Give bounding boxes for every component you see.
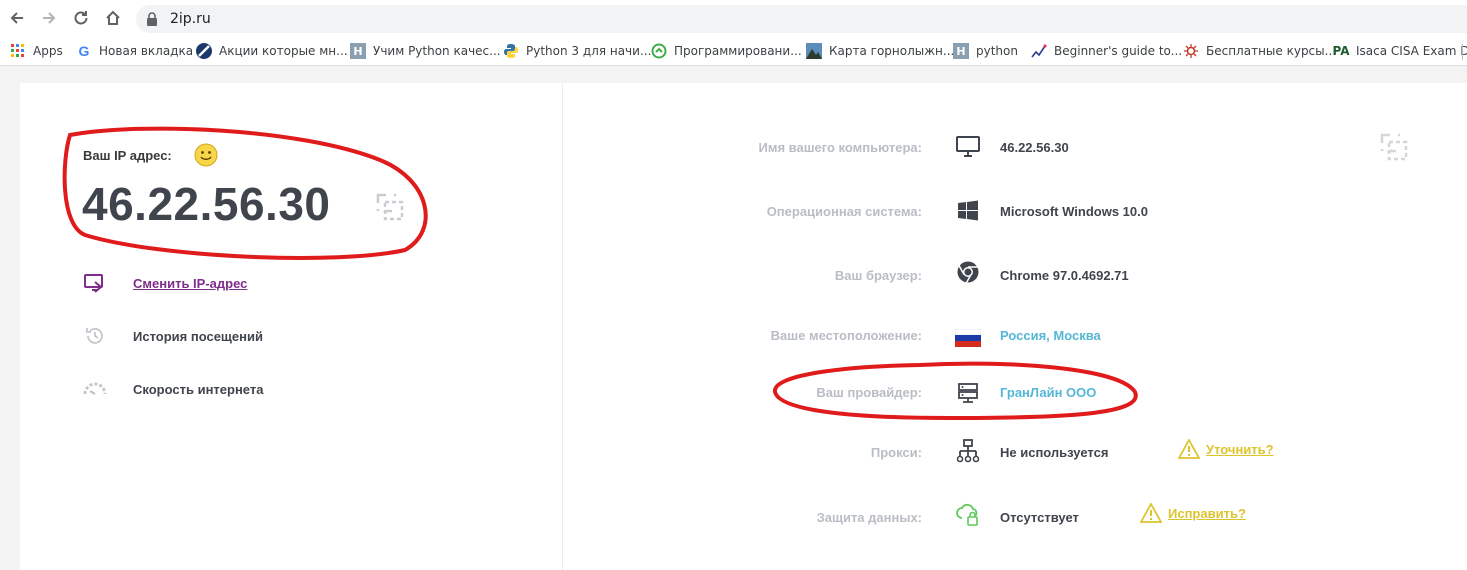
bookmark-label: Карта горнолыжн...	[829, 44, 955, 58]
provider-value[interactable]: ГранЛайн ООО	[1000, 385, 1096, 400]
bookmark-label: Python 3 для начи...	[526, 44, 652, 58]
home-button[interactable]	[101, 6, 125, 30]
habr-icon: H	[350, 43, 366, 59]
chart-icon	[1031, 43, 1047, 59]
bookmark-item[interactable]: PA Isaca CISA Exam Du...	[1333, 42, 1467, 60]
reload-icon	[74, 11, 88, 25]
proxy-label: Прокси:	[870, 445, 922, 460]
bookmark-label: Акции которые мн...	[219, 44, 348, 58]
browser-label: Ваш браузер:	[834, 268, 922, 283]
location-value[interactable]: Россия, Москва	[1000, 328, 1101, 343]
os-label: Операционная система:	[766, 204, 922, 219]
bookmark-item[interactable]: H Учим Python качес...	[350, 42, 501, 60]
stripe-icon	[196, 43, 212, 59]
virus-icon	[1183, 43, 1199, 59]
speedometer-icon	[83, 377, 107, 401]
cloud-lock-icon	[955, 501, 981, 527]
smiley-icon	[194, 143, 218, 167]
server-icon	[955, 380, 981, 406]
address-bar[interactable]: 2ip.ru	[136, 5, 1467, 33]
google-icon: G	[78, 43, 90, 59]
bookmark-label: Учим Python качес...	[373, 44, 501, 58]
panel-divider	[562, 83, 563, 570]
russia-flag-icon	[955, 325, 981, 351]
copy-icon[interactable]	[1380, 133, 1408, 161]
protection-fix-label: Исправить?	[1168, 505, 1246, 521]
os-value: Microsoft Windows 10.0	[1000, 204, 1148, 219]
url-text: 2ip.ru	[170, 11, 211, 27]
browser-value: Chrome 97.0.4692.71	[1000, 268, 1129, 283]
proxy-value: Не используется	[1000, 445, 1109, 460]
protection-value: Отсутствует	[1000, 510, 1079, 525]
speed-link[interactable]: Скорость интернета	[83, 377, 263, 401]
bookmark-label: python	[976, 44, 1018, 58]
computer-name-label: Имя вашего компьютера:	[758, 140, 922, 155]
arrow-right-icon	[43, 12, 56, 24]
bookmark-apps[interactable]: Apps	[10, 42, 63, 60]
computer-name-value: 46.22.56.30	[1000, 140, 1069, 155]
history-icon	[83, 324, 107, 348]
lock-icon	[147, 12, 157, 26]
bookmark-item[interactable]: Акции которые мн...	[196, 42, 348, 60]
history-label: История посещений	[133, 328, 263, 344]
bookmark-item[interactable]: Бесплатные курсы...	[1183, 42, 1336, 60]
home-icon	[106, 10, 120, 25]
ip-address-value: 46.22.56.30	[82, 178, 331, 230]
green-circle-icon	[651, 43, 667, 59]
warning-icon	[1178, 439, 1200, 459]
protection-label: Защита данных:	[816, 510, 922, 525]
pa-icon: PA	[1332, 44, 1350, 58]
forward-button[interactable]	[37, 6, 61, 30]
speed-label: Скорость интернета	[133, 381, 264, 397]
location-label: Ваше местоположение:	[770, 328, 922, 343]
history-link[interactable]: История посещений	[83, 324, 263, 348]
habr-icon: H	[953, 43, 969, 59]
bookmarks-bar: Apps G Новая вкладка Акции которые мн...…	[0, 36, 1467, 66]
bookmark-label: Новая вкладка	[99, 44, 194, 58]
ip-label: Ваш IP адрес:	[83, 148, 172, 163]
change-ip-link[interactable]: Сменить IP-адрес	[83, 271, 247, 295]
chrome-icon	[955, 259, 981, 285]
bookmark-item[interactable]: H python	[953, 42, 1018, 60]
bookmark-item[interactable]: Программировани...	[651, 42, 802, 60]
back-button[interactable]	[5, 6, 29, 30]
network-icon	[955, 438, 981, 464]
change-ip-label: Сменить IP-адрес	[133, 275, 248, 291]
bookmark-label: Isaca CISA Exam Du...	[1356, 44, 1467, 58]
bookmark-label: Программировани...	[674, 44, 802, 58]
browser-toolbar: 2ip.ru	[0, 0, 1467, 36]
bookmark-item[interactable]: Python 3 для начи...	[503, 42, 651, 60]
bookmark-item[interactable]: G Новая вкладка	[76, 42, 194, 60]
arrow-left-icon	[10, 12, 23, 24]
bookmark-item[interactable]: Beginner's guide to...	[1031, 42, 1182, 60]
proxy-clarify-link[interactable]: Уточнить?	[1178, 439, 1274, 459]
change-ip-icon	[83, 271, 107, 295]
python-icon	[503, 43, 519, 59]
warning-icon	[1140, 503, 1162, 523]
bookmark-item[interactable]: Карта горнолыжн...	[806, 42, 954, 60]
provider-label: Ваш провайдер:	[816, 385, 922, 400]
proxy-clarify-label: Уточнить?	[1206, 441, 1274, 457]
reload-button[interactable]	[69, 6, 93, 30]
apps-grid-icon	[10, 43, 26, 59]
bookmark-label: Beginner's guide to...	[1054, 44, 1183, 58]
mountain-icon	[806, 43, 822, 59]
bookmark-label: Apps	[33, 44, 63, 58]
copy-icon[interactable]	[376, 193, 404, 221]
bookmark-label: Бесплатные курсы...	[1206, 44, 1337, 58]
windows-icon	[955, 198, 981, 224]
bookmarks-separator	[1462, 44, 1463, 60]
monitor-icon	[955, 134, 981, 160]
protection-fix-link[interactable]: Исправить?	[1140, 503, 1246, 523]
